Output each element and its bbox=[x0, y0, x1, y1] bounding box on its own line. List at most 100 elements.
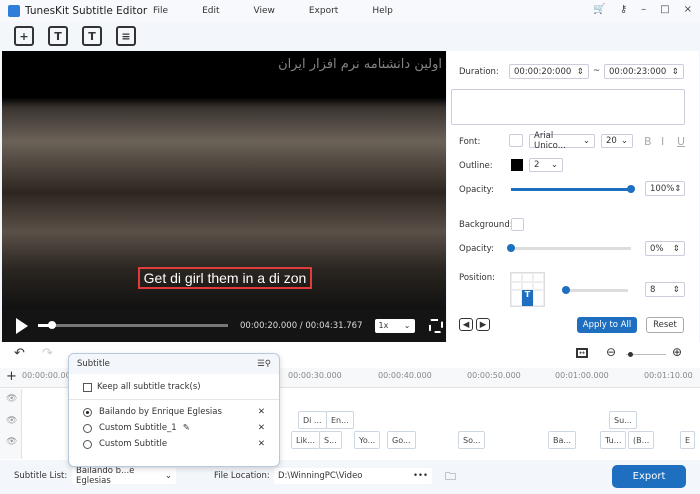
radio[interactable] bbox=[83, 439, 92, 449]
key-icon[interactable]: ⚷ bbox=[620, 4, 627, 15]
fullscreen-icon[interactable] bbox=[428, 318, 443, 333]
menu-view[interactable]: View bbox=[254, 6, 275, 16]
bg-opacity-label: Opacity: bbox=[459, 244, 494, 254]
position-slider[interactable] bbox=[562, 289, 628, 292]
subtitle-clip[interactable]: En... bbox=[326, 411, 354, 429]
opacity-slider-knob[interactable] bbox=[627, 185, 635, 193]
radio[interactable] bbox=[83, 423, 92, 433]
subtitle-clip[interactable]: Yo... bbox=[354, 431, 381, 449]
outline-color-swatch[interactable] bbox=[511, 159, 523, 171]
position-label: Position: bbox=[459, 273, 495, 283]
subtitle-text-input[interactable] bbox=[451, 89, 685, 125]
redo-icon[interactable]: ↷ bbox=[42, 346, 53, 361]
delete-icon[interactable]: ✕ bbox=[258, 423, 265, 433]
undo-icon[interactable]: ↶ bbox=[14, 346, 25, 361]
font-select[interactable]: Arial Unico... ⌄ bbox=[529, 131, 595, 151]
track-item[interactable]: Custom Subtitle_1 ✎ ✕ bbox=[69, 420, 279, 436]
maximize-button[interactable]: □ bbox=[660, 4, 669, 15]
add-video-icon[interactable]: + bbox=[14, 26, 34, 46]
subtitle-clip[interactable]: Su... bbox=[609, 411, 637, 429]
close-button[interactable]: × bbox=[684, 4, 692, 15]
browse-more-button[interactable]: ••• bbox=[413, 471, 428, 481]
reset-button[interactable]: Reset bbox=[646, 317, 684, 333]
add-subtitle-icon[interactable]: T bbox=[48, 26, 68, 46]
tick-label: 00:00:50.000 bbox=[467, 371, 521, 380]
subtitle-clip[interactable]: So... bbox=[458, 431, 486, 449]
bg-opacity-slider[interactable] bbox=[511, 247, 631, 250]
delete-icon[interactable]: ✕ bbox=[258, 439, 265, 449]
subtitle-clip[interactable]: S... bbox=[319, 431, 342, 449]
bg-opacity-input[interactable]: 0% ⇕ bbox=[645, 241, 685, 256]
cart-icon[interactable]: 🛒 bbox=[593, 4, 605, 15]
eye-icon[interactable]: 👁 bbox=[6, 437, 17, 447]
speed-select[interactable]: 1x ⌄ bbox=[374, 318, 415, 333]
menu-export[interactable]: Export bbox=[309, 6, 338, 16]
menu-file[interactable]: File bbox=[153, 6, 168, 16]
underline-button[interactable]: U bbox=[677, 135, 685, 148]
zoom-out-icon[interactable]: ⊖ bbox=[606, 345, 616, 359]
subtitle-list-select[interactable]: Bailando b...e Eglesias ⌄ bbox=[72, 466, 176, 486]
zoom-slider-knob[interactable] bbox=[628, 352, 633, 357]
player-controls: 00:00:20.000 / 00:04:31.767 1x ⌄ bbox=[2, 309, 446, 342]
bg-opacity-slider-knob[interactable] bbox=[507, 244, 515, 252]
track-item[interactable]: Bailando by Enrique Eglesias ✕ bbox=[69, 404, 279, 420]
start-time-input[interactable]: 00:00:20:000 ⇕ bbox=[509, 64, 589, 79]
tick-label: 00:00:30.000 bbox=[288, 371, 342, 380]
menu-bar: File Edit View Export Help bbox=[153, 6, 427, 16]
bold-button[interactable]: B bbox=[644, 135, 652, 148]
subtitle-list-label: Subtitle List: bbox=[14, 471, 68, 481]
folder-icon[interactable]: 🗀 bbox=[445, 468, 456, 487]
style-panel: Duration: 00:00:20:000 ⇕ ~ 00:00:23:000 ⇕ … bbox=[447, 51, 699, 342]
opacity-slider[interactable] bbox=[511, 188, 631, 191]
subtitle-clip[interactable]: Ba... bbox=[548, 431, 577, 449]
prev-subtitle-button[interactable]: ◀ bbox=[459, 318, 473, 331]
position-input[interactable]: 8 ⇕ bbox=[645, 282, 685, 297]
menu-help[interactable]: Help bbox=[372, 6, 393, 16]
file-location-input[interactable]: D:\WinningPC\Video ••• bbox=[274, 468, 432, 484]
next-subtitle-button[interactable]: ▶ bbox=[476, 318, 490, 331]
minimize-button[interactable]: – bbox=[641, 4, 646, 15]
delete-icon[interactable]: ✕ bbox=[258, 407, 265, 417]
toolbar: + T T ≡ bbox=[0, 22, 700, 50]
position-slider-knob[interactable] bbox=[562, 286, 570, 294]
eye-icon[interactable]: 👁 bbox=[6, 416, 17, 426]
tick-label: 00:01:00.000 bbox=[555, 371, 609, 380]
subtitle-clip[interactable]: Di ... bbox=[298, 411, 327, 429]
add-track-icon[interactable]: + bbox=[6, 369, 17, 384]
opacity-input[interactable]: 100% ⇕ bbox=[645, 181, 685, 196]
file-location-label: File Location: bbox=[214, 471, 270, 481]
outline-label: Outline: bbox=[459, 161, 493, 171]
end-time-input[interactable]: 00:00:23:000 ⇕ bbox=[604, 64, 684, 79]
keep-all-checkbox[interactable] bbox=[83, 382, 92, 392]
font-size-select[interactable]: 20 ⌄ bbox=[601, 134, 633, 148]
position-cell-selected[interactable]: T bbox=[522, 290, 533, 306]
edit-icon[interactable]: ✎ bbox=[183, 423, 190, 433]
outline-width-select[interactable]: 2 ⌄ bbox=[529, 158, 563, 172]
menu-edit[interactable]: Edit bbox=[202, 6, 219, 16]
fit-timeline-icon[interactable]: ↔ bbox=[576, 348, 588, 358]
subtitle-clip[interactable]: E bbox=[680, 431, 696, 449]
subtitle-clip[interactable]: (B... bbox=[628, 431, 655, 449]
eye-icon[interactable]: 👁 bbox=[6, 394, 17, 404]
position-grid[interactable]: T bbox=[510, 272, 545, 307]
apply-to-all-button[interactable]: Apply to All bbox=[577, 317, 637, 333]
keep-all-label: Keep all subtitle track(s) bbox=[97, 382, 201, 392]
subtitle-text-box[interactable]: Get di girl them in a di zon bbox=[138, 267, 312, 289]
add-text-icon[interactable]: T bbox=[82, 26, 102, 46]
play-icon[interactable] bbox=[16, 317, 28, 334]
background-color-swatch[interactable] bbox=[511, 218, 524, 231]
progress-slider[interactable] bbox=[38, 321, 228, 329]
subtitle-clip[interactable]: Go... bbox=[387, 431, 416, 449]
zoom-in-icon[interactable]: ⊕ bbox=[672, 345, 682, 359]
video-preview[interactable]: اولین دانشنامه نرم افزار ایران Get di gi… bbox=[2, 51, 446, 309]
search-list-icon[interactable]: ☰⚲ bbox=[257, 359, 271, 369]
italic-button[interactable]: I bbox=[661, 135, 664, 148]
edit-subtitle-icon[interactable]: ≡ bbox=[116, 26, 136, 46]
track-item[interactable]: Custom Subtitle ✕ bbox=[69, 436, 279, 452]
font-label: Font: bbox=[459, 137, 481, 147]
subtitle-clip[interactable]: Tu... bbox=[600, 431, 627, 449]
subtitle-clip[interactable]: Lik... bbox=[291, 431, 320, 449]
export-button[interactable]: Export bbox=[612, 465, 686, 488]
font-color-swatch[interactable] bbox=[509, 134, 523, 147]
radio-selected[interactable] bbox=[83, 407, 92, 417]
